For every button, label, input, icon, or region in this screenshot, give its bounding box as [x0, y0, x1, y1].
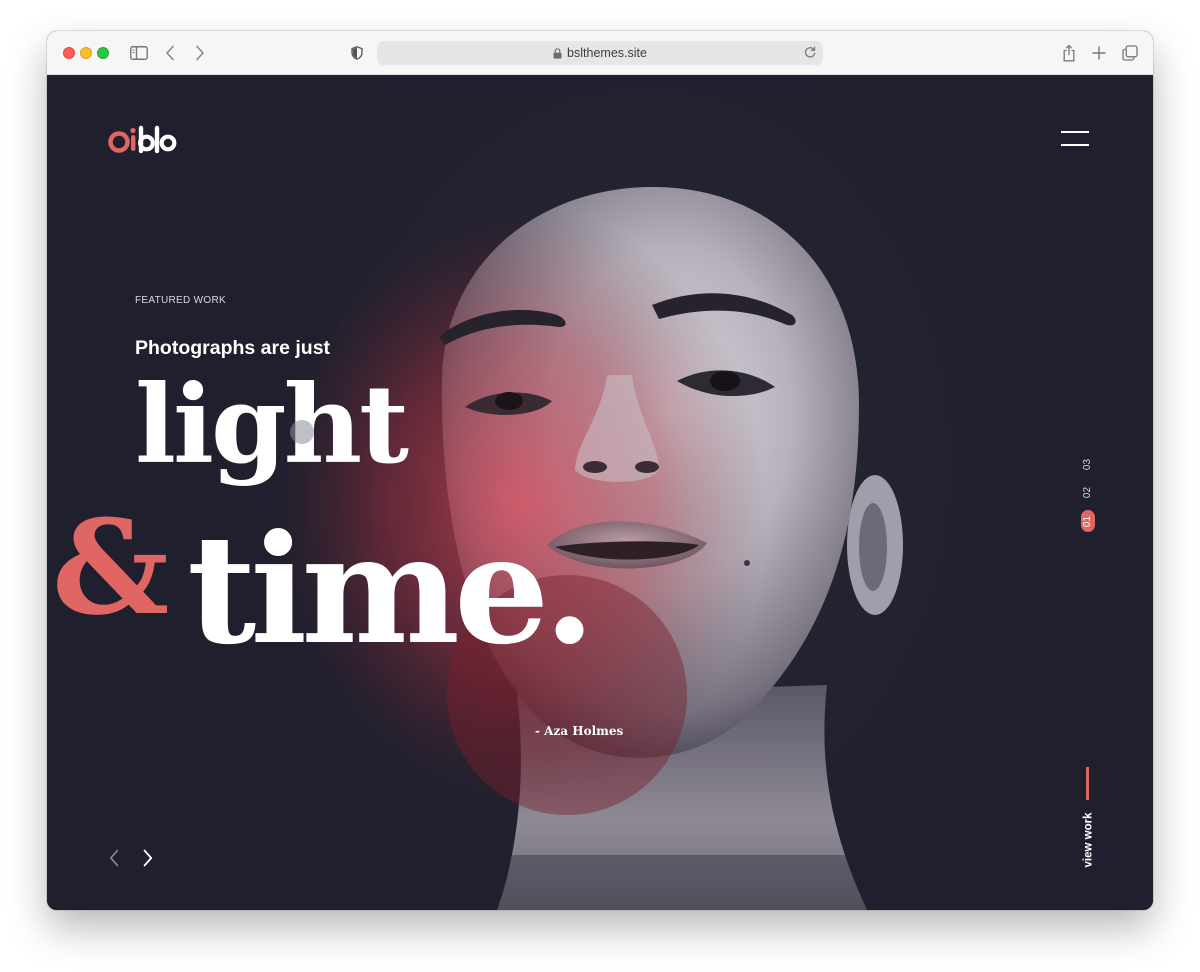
view-work-link[interactable]: view work [1081, 810, 1095, 870]
lock-icon [553, 47, 562, 59]
menu-icon[interactable] [1061, 129, 1091, 151]
slide-01-active[interactable]: 01 [1081, 510, 1095, 532]
headline-word-time: time [187, 502, 549, 678]
site-logo[interactable] [107, 124, 179, 158]
slide-02[interactable]: 02 [1081, 483, 1095, 501]
minimize-window-button[interactable] [80, 47, 92, 59]
slide-03[interactable]: 03 [1081, 455, 1095, 473]
close-window-button[interactable] [63, 47, 75, 59]
chevron-left-icon[interactable] [161, 43, 179, 63]
hero-headline-time: time. [187, 515, 596, 665]
address-bar[interactable]: bslthemes.site [377, 41, 823, 65]
browser-window: bslthemes.site FEATURED WORK Photographs… [47, 31, 1153, 910]
featured-label: FEATURED WORK [135, 295, 226, 306]
browser-toolbar: bslthemes.site [47, 31, 1153, 75]
hero-headline-light: light [135, 362, 409, 488]
reload-icon[interactable] [803, 45, 817, 59]
prev-slide-icon[interactable] [106, 847, 122, 869]
share-icon[interactable] [1059, 43, 1079, 63]
chevron-right-icon[interactable] [191, 43, 209, 63]
menu-bar-top [1061, 131, 1089, 133]
cursor-dot [290, 420, 314, 444]
slide-02-label: 02 [1082, 486, 1094, 498]
slide-03-label: 03 [1082, 458, 1094, 470]
view-work-label: view work [1082, 812, 1094, 868]
hero-subtitle: Photographs are just [135, 337, 331, 359]
zoom-window-button[interactable] [97, 47, 109, 59]
quote-author: - Aza Holmes [535, 724, 624, 738]
view-work-line [1086, 767, 1089, 800]
slide-01-label: 01 [1082, 515, 1094, 527]
plus-icon[interactable] [1089, 43, 1109, 63]
hero-ampersand: & [52, 491, 169, 644]
headline-period: . [543, 502, 595, 678]
shield-icon[interactable] [349, 43, 365, 63]
url-text: bslthemes.site [567, 46, 647, 60]
page-content: FEATURED WORK Photographs are just light… [47, 75, 1153, 910]
sidebar-icon[interactable] [128, 43, 150, 63]
menu-bar-bottom [1061, 144, 1089, 146]
tabs-icon[interactable] [1119, 43, 1141, 63]
hero-portrait-image [47, 75, 1153, 910]
next-slide-icon[interactable] [140, 847, 156, 869]
